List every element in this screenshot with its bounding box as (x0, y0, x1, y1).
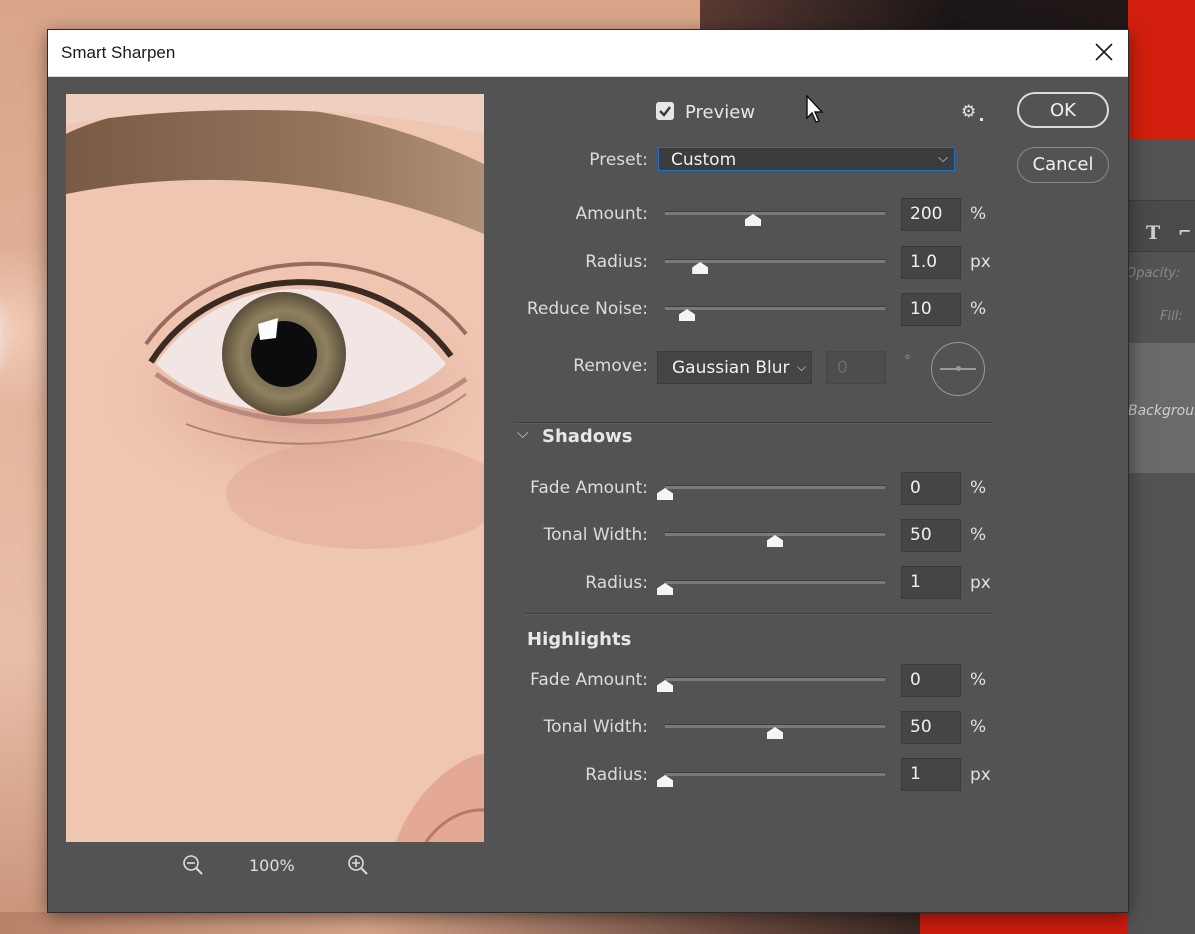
highlights-tonal-width-slider[interactable] (665, 716, 885, 736)
gear-menu-indicator (980, 118, 983, 121)
reduce-noise-input[interactable]: 10 (901, 293, 961, 326)
smart-sharpen-dialog: Smart Sharpen 100% Preview ⚙ Preset: Cus… (48, 30, 1128, 912)
shadows-heading[interactable]: Shadows (542, 426, 633, 447)
shadows-tonal-width-unit: % (970, 525, 987, 545)
zoom-controls: 100% (66, 848, 484, 882)
slider-track (665, 772, 885, 776)
shadows-radius-slider[interactable] (665, 572, 885, 592)
fill-label: Fill: (1160, 309, 1183, 324)
preset-value: Custom (671, 150, 737, 170)
amount-label: Amount: (575, 204, 648, 224)
shape-filter-icon[interactable]: ⌐ (1178, 222, 1191, 241)
chevron-down-icon: ⌵ (938, 151, 948, 166)
type-filter-icon[interactable]: T (1146, 222, 1160, 244)
highlights-tonal-width-unit: % (970, 717, 987, 737)
section-divider (524, 613, 994, 615)
close-icon (1095, 43, 1113, 61)
angle-dial-center (956, 366, 961, 371)
shadows-fade-amount-input[interactable]: 0 (901, 472, 961, 505)
shadows-fade-amount-label: Fade Amount: (530, 478, 648, 498)
canvas-left-eye (0, 255, 50, 425)
amount-input[interactable]: 200 (901, 198, 961, 231)
remove-select[interactable]: Gaussian Blur ⌵ (657, 351, 812, 384)
slider-track (665, 485, 885, 489)
close-button[interactable] (1078, 30, 1128, 76)
highlights-tonal-width-label: Tonal Width: (543, 717, 648, 737)
chevron-down-icon: ⌵ (797, 360, 807, 374)
preview-label[interactable]: Preview (685, 102, 755, 123)
section-divider (514, 422, 994, 424)
canvas-beard-area (0, 912, 920, 934)
radius-slider[interactable] (665, 251, 885, 271)
reduce-noise-slider[interactable] (665, 298, 885, 318)
slider-track (665, 259, 885, 263)
cancel-button[interactable]: Cancel (1017, 147, 1109, 183)
highlights-radius-slider[interactable] (665, 764, 885, 784)
zoom-level: 100% (249, 856, 295, 875)
ok-button[interactable]: OK (1017, 92, 1109, 128)
highlights-radius-input[interactable]: 1 (901, 758, 961, 791)
slider-track (665, 677, 885, 681)
opacity-label: Opacity: (1126, 266, 1181, 281)
shadows-radius-unit: px (970, 573, 991, 593)
preset-select[interactable]: Custom ⌵ (658, 147, 955, 171)
amount-slider[interactable] (665, 203, 885, 223)
shadows-tonal-width-input[interactable]: 50 (901, 519, 961, 552)
layers-panel (1128, 140, 1195, 934)
dialog-title: Smart Sharpen (61, 43, 176, 62)
reduce-noise-label: Reduce Noise: (526, 299, 648, 319)
zoom-out-icon[interactable] (182, 854, 204, 876)
radius-input[interactable]: 1.0 (901, 246, 961, 279)
remove-label: Remove: (573, 356, 648, 376)
radius-unit: px (970, 252, 991, 272)
shadows-radius-label: Radius: (585, 573, 648, 593)
mouse-cursor-icon (806, 95, 824, 123)
checkmark-icon (659, 106, 671, 117)
shadows-radius-input[interactable]: 1 (901, 566, 961, 599)
highlights-fade-amount-slider[interactable] (665, 669, 885, 689)
eye-closeup-photo (66, 94, 484, 842)
angle-input[interactable]: 0 (826, 351, 886, 384)
highlights-radius-label: Radius: (585, 765, 648, 785)
reduce-noise-unit: % (970, 299, 987, 319)
highlights-fade-amount-input[interactable]: 0 (901, 664, 961, 697)
shadows-tonal-width-label: Tonal Width: (543, 525, 648, 545)
gear-icon[interactable]: ⚙ (961, 102, 976, 122)
shadows-tonal-width-slider[interactable] (665, 524, 885, 544)
shadows-fade-amount-unit: % (970, 478, 987, 498)
preview-image[interactable] (66, 94, 484, 842)
slider-track (665, 211, 885, 215)
chevron-down-icon[interactable]: ⌵ (517, 424, 528, 442)
angle-dial[interactable] (931, 342, 985, 396)
radius-label: Radius: (585, 252, 648, 272)
highlights-heading[interactable]: Highlights (527, 629, 631, 650)
degree-symbol: ° (904, 353, 911, 369)
highlights-fade-amount-unit: % (970, 670, 987, 690)
remove-value: Gaussian Blur (672, 358, 790, 378)
amount-unit: % (970, 204, 987, 224)
preview-checkbox[interactable] (656, 102, 674, 120)
preset-label: Preset: (589, 150, 648, 170)
highlights-fade-amount-label: Fade Amount: (530, 670, 648, 690)
shadows-fade-amount-slider[interactable] (665, 477, 885, 497)
highlights-tonal-width-input[interactable]: 50 (901, 711, 961, 744)
slider-track (665, 580, 885, 584)
layer-name: Background (1128, 403, 1195, 419)
slider-track (665, 306, 885, 310)
highlights-radius-unit: px (970, 765, 991, 785)
title-bar[interactable]: Smart Sharpen (48, 30, 1128, 77)
zoom-in-icon[interactable] (347, 854, 369, 876)
